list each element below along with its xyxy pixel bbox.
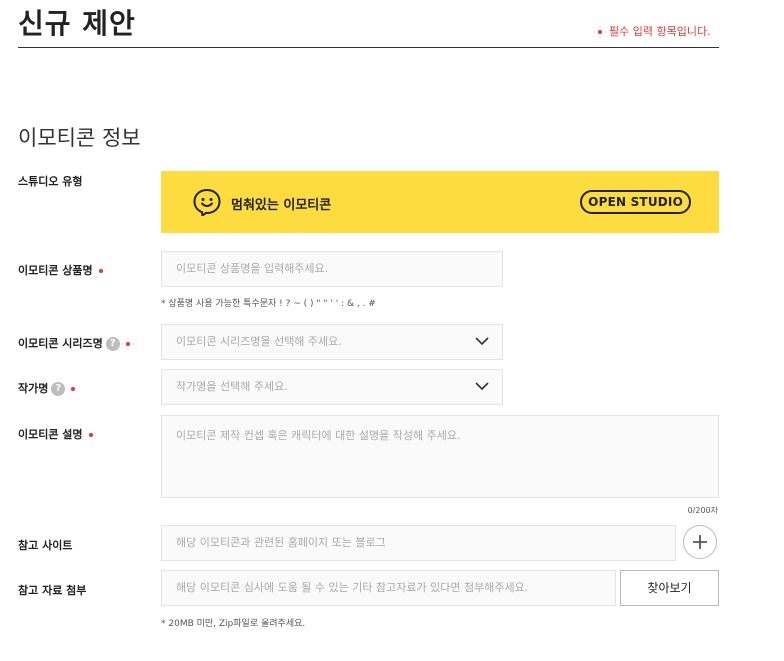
- help-icon[interactable]: ?: [51, 382, 66, 396]
- smile-icon: [193, 188, 221, 216]
- studio-type-label-text: 스튜디오 유형: [18, 175, 83, 188]
- required-note: 필수 입력 항목입니다.: [598, 23, 711, 39]
- attachment-placeholder: 해당 이모티콘 심사에 도움 될 수 있는 기타 참고자료가 있다면 첨부해주세…: [176, 581, 529, 594]
- reference-site-placeholder: 해당 이모티콘과 관련된 홈페이지 또는 블로그: [176, 536, 386, 549]
- series-name-placeholder: 이모티콘 시리즈명을 선택해 주세요.: [176, 335, 342, 348]
- attachment-input[interactable]: 해당 이모티콘 심사에 도움 될 수 있는 기타 참고자료가 있다면 첨부해주세…: [161, 570, 616, 606]
- open-studio-badge: OPEN STUDIO: [580, 190, 691, 214]
- description-textarea[interactable]: 이모티콘 제작 컨셉 혹은 캐릭터에 대한 설명을 작성해 주세요.: [161, 415, 719, 498]
- studio-type-label: 스튜디오 유형: [18, 173, 83, 189]
- series-name-select[interactable]: 이모티콘 시리즈명을 선택해 주세요.: [161, 324, 503, 360]
- chevron-down-icon: [475, 337, 489, 346]
- artist-label-text: 작가명: [18, 382, 49, 395]
- product-name-label-text: 이모티콘 상품명: [18, 264, 93, 277]
- required-dot-icon: [71, 387, 76, 391]
- browse-button[interactable]: 찾아보기: [620, 570, 719, 606]
- product-name-placeholder: 이모티콘 상품명을 입력해주세요.: [176, 262, 329, 275]
- required-dot-icon: [598, 30, 602, 34]
- required-dot-icon: [88, 433, 93, 437]
- artist-placeholder: 작가명을 선택해 주세요.: [176, 380, 288, 393]
- required-dot-icon: [125, 342, 130, 346]
- series-name-label-text: 이모티콘 시리즈명: [18, 337, 103, 350]
- required-dot-icon: [98, 269, 103, 273]
- product-name-label: 이모티콘 상품명: [18, 262, 103, 278]
- attachment-label: 참고 자료 첨부: [18, 582, 86, 598]
- attachment-label-text: 참고 자료 첨부: [18, 584, 87, 597]
- required-note-text: 필수 입력 항목입니다.: [609, 25, 711, 38]
- studio-type-card[interactable]: 멈춰있는 이모티콘 OPEN STUDIO: [161, 171, 719, 233]
- product-name-input[interactable]: 이모티콘 상품명을 입력해주세요.: [161, 251, 503, 287]
- section-title: 이모티콘 정보: [18, 126, 141, 150]
- reference-site-label: 참고 사이트: [18, 537, 72, 553]
- reference-site-label-text: 참고 사이트: [18, 539, 73, 552]
- attachment-hint: * 20MB 미만, Zip파일로 올려주세요.: [161, 619, 306, 629]
- help-icon[interactable]: ?: [105, 337, 120, 351]
- series-name-label: 이모티콘 시리즈명?: [18, 335, 130, 351]
- plus-icon: [693, 535, 707, 549]
- description-counter: 0/200자: [687, 506, 718, 515]
- studio-type-name: 멈춰있는 이모티콘: [231, 198, 332, 213]
- add-site-button[interactable]: [683, 525, 717, 559]
- description-label-text: 이모티콘 설명: [18, 428, 83, 441]
- description-placeholder: 이모티콘 제작 컨셉 혹은 캐릭터에 대한 설명을 작성해 주세요.: [176, 429, 461, 442]
- page-title: 신규 제안: [18, 7, 136, 40]
- product-name-hint: * 상품명 사용 가능한 특수문자 ! ? ~ ( ) " " ' ' : & …: [161, 299, 376, 309]
- title-divider: [18, 47, 719, 48]
- chevron-down-icon: [475, 382, 489, 391]
- artist-select[interactable]: 작가명을 선택해 주세요.: [161, 369, 503, 405]
- reference-site-input[interactable]: 해당 이모티콘과 관련된 홈페이지 또는 블로그: [161, 525, 676, 561]
- artist-label: 작가명?: [18, 380, 76, 396]
- description-label: 이모티콘 설명: [18, 426, 93, 442]
